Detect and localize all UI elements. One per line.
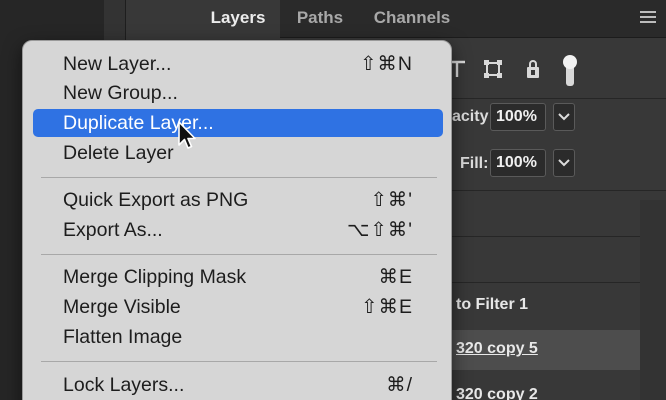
menu-item-flatten-image[interactable]: Flatten Image	[33, 323, 443, 351]
menu-item-label: Merge Visible	[63, 296, 181, 318]
fill-label: Fill:	[460, 155, 489, 172]
fill-dropdown[interactable]	[553, 149, 575, 177]
mouse-pointer-icon	[178, 121, 196, 149]
menu-item-delete-layer[interactable]: Delete Layer	[33, 139, 443, 167]
menu-item-shortcut: ⌘E	[378, 266, 413, 288]
menu-item-shortcut: ⇧⌘'	[370, 189, 413, 211]
menu-item-shortcut: ⌘/	[386, 374, 413, 396]
menu-separator	[41, 361, 437, 362]
menu-item-shortcut: ⌥⇧⌘'	[346, 219, 413, 241]
layers-scrollbar[interactable]	[640, 200, 666, 400]
menu-item-shortcut: ⇧⌘N	[360, 53, 413, 75]
tab-paths[interactable]: Paths	[282, 0, 358, 38]
menu-item-new-layer[interactable]: New Layer... ⇧⌘N	[33, 50, 443, 78]
lock-artboard-icon[interactable]	[482, 58, 504, 80]
opacity-dropdown[interactable]	[553, 103, 575, 131]
menu-item-label: Export As...	[63, 219, 163, 241]
menu-item-label: New Layer...	[63, 53, 172, 75]
menu-item-merge-clipping-mask[interactable]: Merge Clipping Mask ⌘E	[33, 263, 443, 291]
menu-item-label: Flatten Image	[63, 326, 183, 348]
lock-toggle-icon[interactable]	[560, 54, 580, 88]
fill-input[interactable]: 100%	[490, 149, 546, 177]
tab-layers[interactable]: Layers	[196, 0, 280, 39]
menu-item-label: New Group...	[63, 82, 178, 104]
chevron-down-icon	[558, 159, 570, 167]
menu-item-export-as[interactable]: Export As... ⌥⇧⌘'	[33, 216, 443, 244]
chevron-down-icon	[558, 113, 570, 121]
menu-item-label: Quick Export as PNG	[63, 189, 249, 211]
tab-channels[interactable]: Channels	[360, 0, 464, 38]
panel-menu-icon[interactable]	[640, 11, 656, 25]
menu-separator	[41, 254, 437, 255]
menu-item-merge-visible[interactable]: Merge Visible ⇧⌘E	[33, 293, 443, 321]
menu-item-label: Merge Clipping Mask	[63, 266, 247, 288]
opacity-input[interactable]: 100%	[490, 103, 546, 131]
menu-item-label: Delete Layer	[63, 142, 174, 164]
menu-item-duplicate-layer[interactable]: Duplicate Layer...	[33, 109, 443, 137]
layer-name: to Filter 1	[456, 296, 529, 313]
layers-context-menu: New Layer... ⇧⌘N New Group... Duplicate …	[22, 40, 452, 400]
menu-item-shortcut: ⇧⌘E	[361, 296, 413, 318]
menu-item-new-group[interactable]: New Group...	[33, 79, 443, 107]
layer-name: 320 copy 2	[456, 386, 538, 400]
layers-panel-tab-bar: Layers Paths Channels	[196, 0, 666, 39]
layer-name: 320 copy 5	[456, 340, 538, 357]
menu-item-lock-layers[interactable]: Lock Layers... ⌘/	[33, 371, 443, 399]
menu-item-quick-export-png[interactable]: Quick Export as PNG ⇧⌘'	[33, 186, 443, 214]
menu-separator	[41, 177, 437, 178]
lock-all-icon[interactable]	[522, 58, 544, 80]
menu-item-label: Lock Layers...	[63, 374, 185, 396]
opacity-label: acity:	[452, 108, 494, 125]
